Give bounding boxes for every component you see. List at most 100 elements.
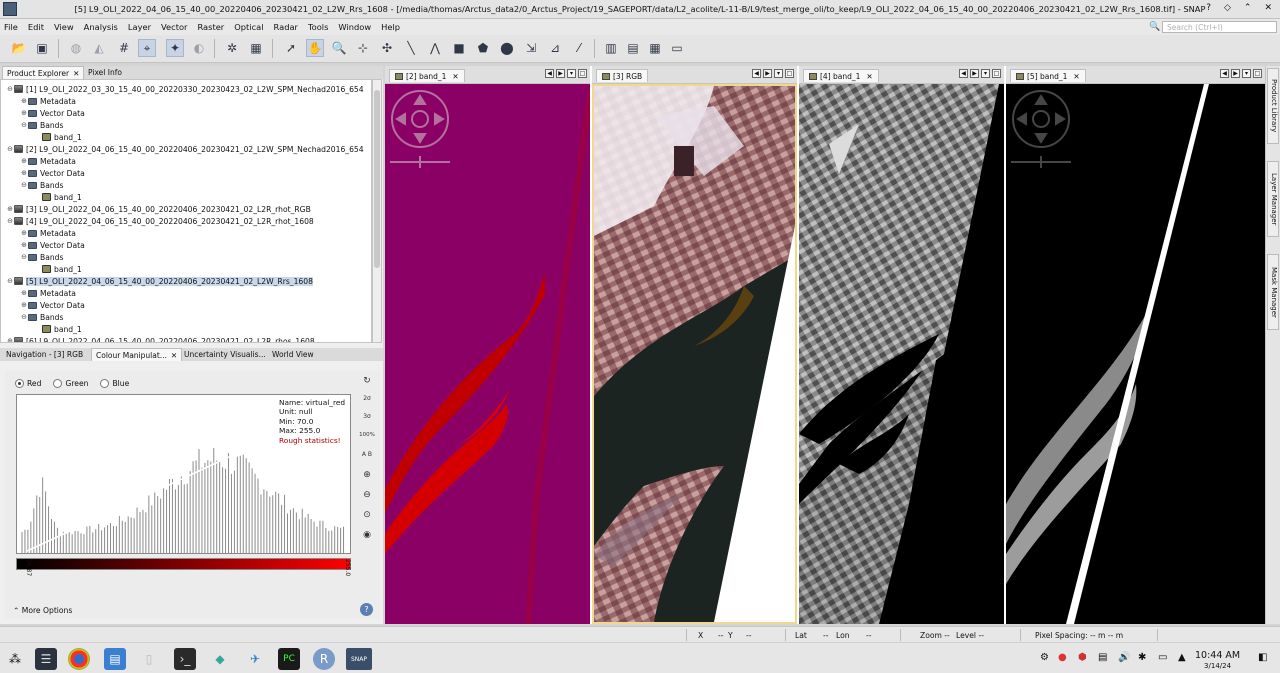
keep-above-icon[interactable]: ◇ xyxy=(1224,3,1231,13)
folder-node[interactable]: ⊕ Metadata xyxy=(20,287,76,299)
tile-horizontal-icon[interactable]: ▥ xyxy=(602,39,620,57)
maximize-view-icon[interactable]: □ xyxy=(578,69,587,78)
folder-node[interactable]: ⊕ Metadata xyxy=(20,155,76,167)
close-window-icon[interactable]: ✕ xyxy=(1264,3,1272,13)
histogram[interactable]: Name: virtual_red Unit: null Min: 70.0 M… xyxy=(16,394,351,554)
tile-single-icon[interactable]: ▭ xyxy=(668,39,686,57)
pin-placing-icon[interactable]: ⊹ xyxy=(354,39,372,57)
maximize-icon[interactable]: ⌃ xyxy=(1244,3,1252,13)
tab-layer-manager[interactable]: Layer Manager xyxy=(1267,161,1279,237)
pin-icon[interactable]: ⌖ xyxy=(138,39,156,57)
next-icon[interactable]: ▶ xyxy=(556,69,565,78)
menu-vector[interactable]: Vector xyxy=(161,22,187,32)
expand-icon[interactable]: ⊕ xyxy=(20,289,28,297)
clock[interactable]: 10:44 AM 3/14/24 xyxy=(1195,650,1240,672)
polygon-tool-icon[interactable]: ⬟ xyxy=(474,39,492,57)
tab-colour-manipulation[interactable]: Colour Manipulat... ✕ xyxy=(91,348,183,361)
zoom-out-histogram-icon[interactable]: ⊖ xyxy=(359,487,375,503)
folder-node[interactable]: ⊕ Vector Data xyxy=(20,167,85,179)
bluetooth-icon[interactable]: ✱ xyxy=(1138,652,1146,663)
menu-edit[interactable]: Edit xyxy=(28,22,44,32)
tab-view-2-band1[interactable]: [2] band_1 ✕ xyxy=(389,69,465,82)
view-4-canvas[interactable] xyxy=(799,84,1004,624)
maximize-view-icon[interactable]: □ xyxy=(992,69,1001,78)
magic-wand-icon[interactable]: ⁄ xyxy=(570,39,588,57)
folder-node[interactable]: ⊖ Bands xyxy=(20,311,63,323)
terminal-icon[interactable]: ›_ xyxy=(174,648,196,670)
gcp-icon[interactable]: ✦ xyxy=(166,39,184,57)
folder-node[interactable]: ⊖ Bands xyxy=(20,251,63,263)
distribute-icon[interactable]: A B xyxy=(359,447,375,463)
vscode-icon[interactable]: ✈ xyxy=(244,648,266,670)
volume-icon[interactable]: 🔊 xyxy=(1118,652,1130,663)
tab-product-explorer[interactable]: Product Explorer ✕ xyxy=(2,66,85,79)
tab-mask-manager[interactable]: Mask Manager xyxy=(1267,254,1279,330)
system-settings-icon[interactable]: ☰ xyxy=(35,648,57,670)
pixel-info-icon[interactable]: ✲ xyxy=(223,39,241,57)
dropdown-icon[interactable]: ▾ xyxy=(981,69,990,78)
gcp-placing-icon[interactable]: ✣ xyxy=(378,39,396,57)
view-5-canvas[interactable] xyxy=(1006,84,1265,624)
tab-view-3-rgb[interactable]: [3] RGB xyxy=(596,69,649,82)
select-tool-icon[interactable]: ➚ xyxy=(282,39,300,57)
expand-icon[interactable]: ⊕ xyxy=(20,109,28,117)
range-finder-icon[interactable]: ⇲ xyxy=(522,39,540,57)
graph-tool-icon[interactable]: ⊿ xyxy=(546,39,564,57)
expand-icon[interactable]: ⊖ xyxy=(6,277,14,285)
expand-icon[interactable]: ⊖ xyxy=(6,85,14,93)
stretch-2sigma-icon[interactable]: 2σ xyxy=(359,391,375,407)
expand-icon[interactable]: ⊕ xyxy=(20,169,28,177)
folder-node[interactable]: ⊕ Metadata xyxy=(20,227,76,239)
folder-node[interactable]: ⊖ Bands xyxy=(20,179,63,191)
tab-pixel-info[interactable]: Pixel Info xyxy=(84,66,126,79)
expand-icon[interactable]: ⊕ xyxy=(20,157,28,165)
tab-product-library[interactable]: Product Library xyxy=(1267,68,1279,144)
desktop-icon[interactable]: ◧ xyxy=(1258,652,1267,663)
expand-icon[interactable]: ⊕ xyxy=(20,97,28,105)
r-icon[interactable]: R xyxy=(313,648,335,670)
line-tool-icon[interactable]: ╲ xyxy=(402,39,420,57)
info-toggle-icon[interactable]: ◉ xyxy=(359,527,375,543)
dropdown-icon[interactable]: ▾ xyxy=(567,69,576,78)
pycharm-icon[interactable]: PC xyxy=(278,648,300,670)
prev-icon[interactable]: ◀ xyxy=(752,69,761,78)
save-product-icon[interactable]: ▣ xyxy=(33,39,51,57)
expand-icon[interactable]: ⊖ xyxy=(20,181,28,189)
shield-tray-icon[interactable]: ⬢ xyxy=(1078,652,1087,663)
menu-analysis[interactable]: Analysis xyxy=(84,22,118,32)
folder-node[interactable]: ⊕ Vector Data xyxy=(20,239,85,251)
product-node[interactable]: ⊕ [6] L9_OLI_2022_04_06_15_40_00_20220406… xyxy=(6,335,315,342)
close-icon[interactable]: ✕ xyxy=(171,351,177,360)
tab-world-view[interactable]: World View xyxy=(268,348,318,361)
open-product-icon[interactable]: 📂 xyxy=(10,39,28,57)
menu-layer[interactable]: Layer xyxy=(128,22,151,32)
product-node[interactable]: ⊖ [5] L9_OLI_2022_04_06_15_40_00_20220406… xyxy=(6,275,313,287)
stretch-3sigma-icon[interactable]: 3σ xyxy=(359,409,375,425)
dropdown-icon[interactable]: ▾ xyxy=(1242,69,1251,78)
more-options-toggle[interactable]: ⌃ More Options xyxy=(13,606,72,615)
radio-green[interactable]: Green xyxy=(53,379,88,388)
help-icon[interactable]: ? xyxy=(360,603,373,616)
product-node[interactable]: ⊕ [3] L9_OLI_2022_04_06_15_40_00_20220406… xyxy=(6,203,311,215)
document-icon[interactable]: ▯ xyxy=(138,648,160,670)
menu-optical[interactable]: Optical xyxy=(234,22,263,32)
product-node[interactable]: ⊖ [4] L9_OLI_2022_04_06_15_40_00_20220406… xyxy=(6,215,314,227)
band-node[interactable]: band_1 xyxy=(34,323,82,335)
expand-icon[interactable]: ⊕ xyxy=(20,241,28,249)
menu-tools[interactable]: Tools xyxy=(308,22,328,32)
radio-blue[interactable]: Blue xyxy=(100,379,129,388)
help-window-icon[interactable]: ? xyxy=(1206,3,1211,13)
menu-view[interactable]: View xyxy=(54,22,74,32)
zoom-all-icon[interactable]: ⊙ xyxy=(359,507,375,523)
menu-help[interactable]: Help xyxy=(381,22,400,32)
chrome-tray-icon[interactable]: ● xyxy=(1058,652,1067,663)
tab-view-5-band1[interactable]: [5] band_1 ✕ xyxy=(1010,69,1086,82)
product-node[interactable]: ⊖ [2] L9_OLI_2022_04_06_15_40_00_20220406… xyxy=(6,143,364,155)
clipboard-icon[interactable]: ▤ xyxy=(1098,652,1107,663)
menu-raster[interactable]: Raster xyxy=(197,22,224,32)
next-icon[interactable]: ▶ xyxy=(1231,69,1240,78)
tree-scrollbar[interactable] xyxy=(372,79,382,343)
prev-icon[interactable]: ◀ xyxy=(545,69,554,78)
menu-radar[interactable]: Radar xyxy=(274,22,298,32)
dropdown-icon[interactable]: ▾ xyxy=(774,69,783,78)
